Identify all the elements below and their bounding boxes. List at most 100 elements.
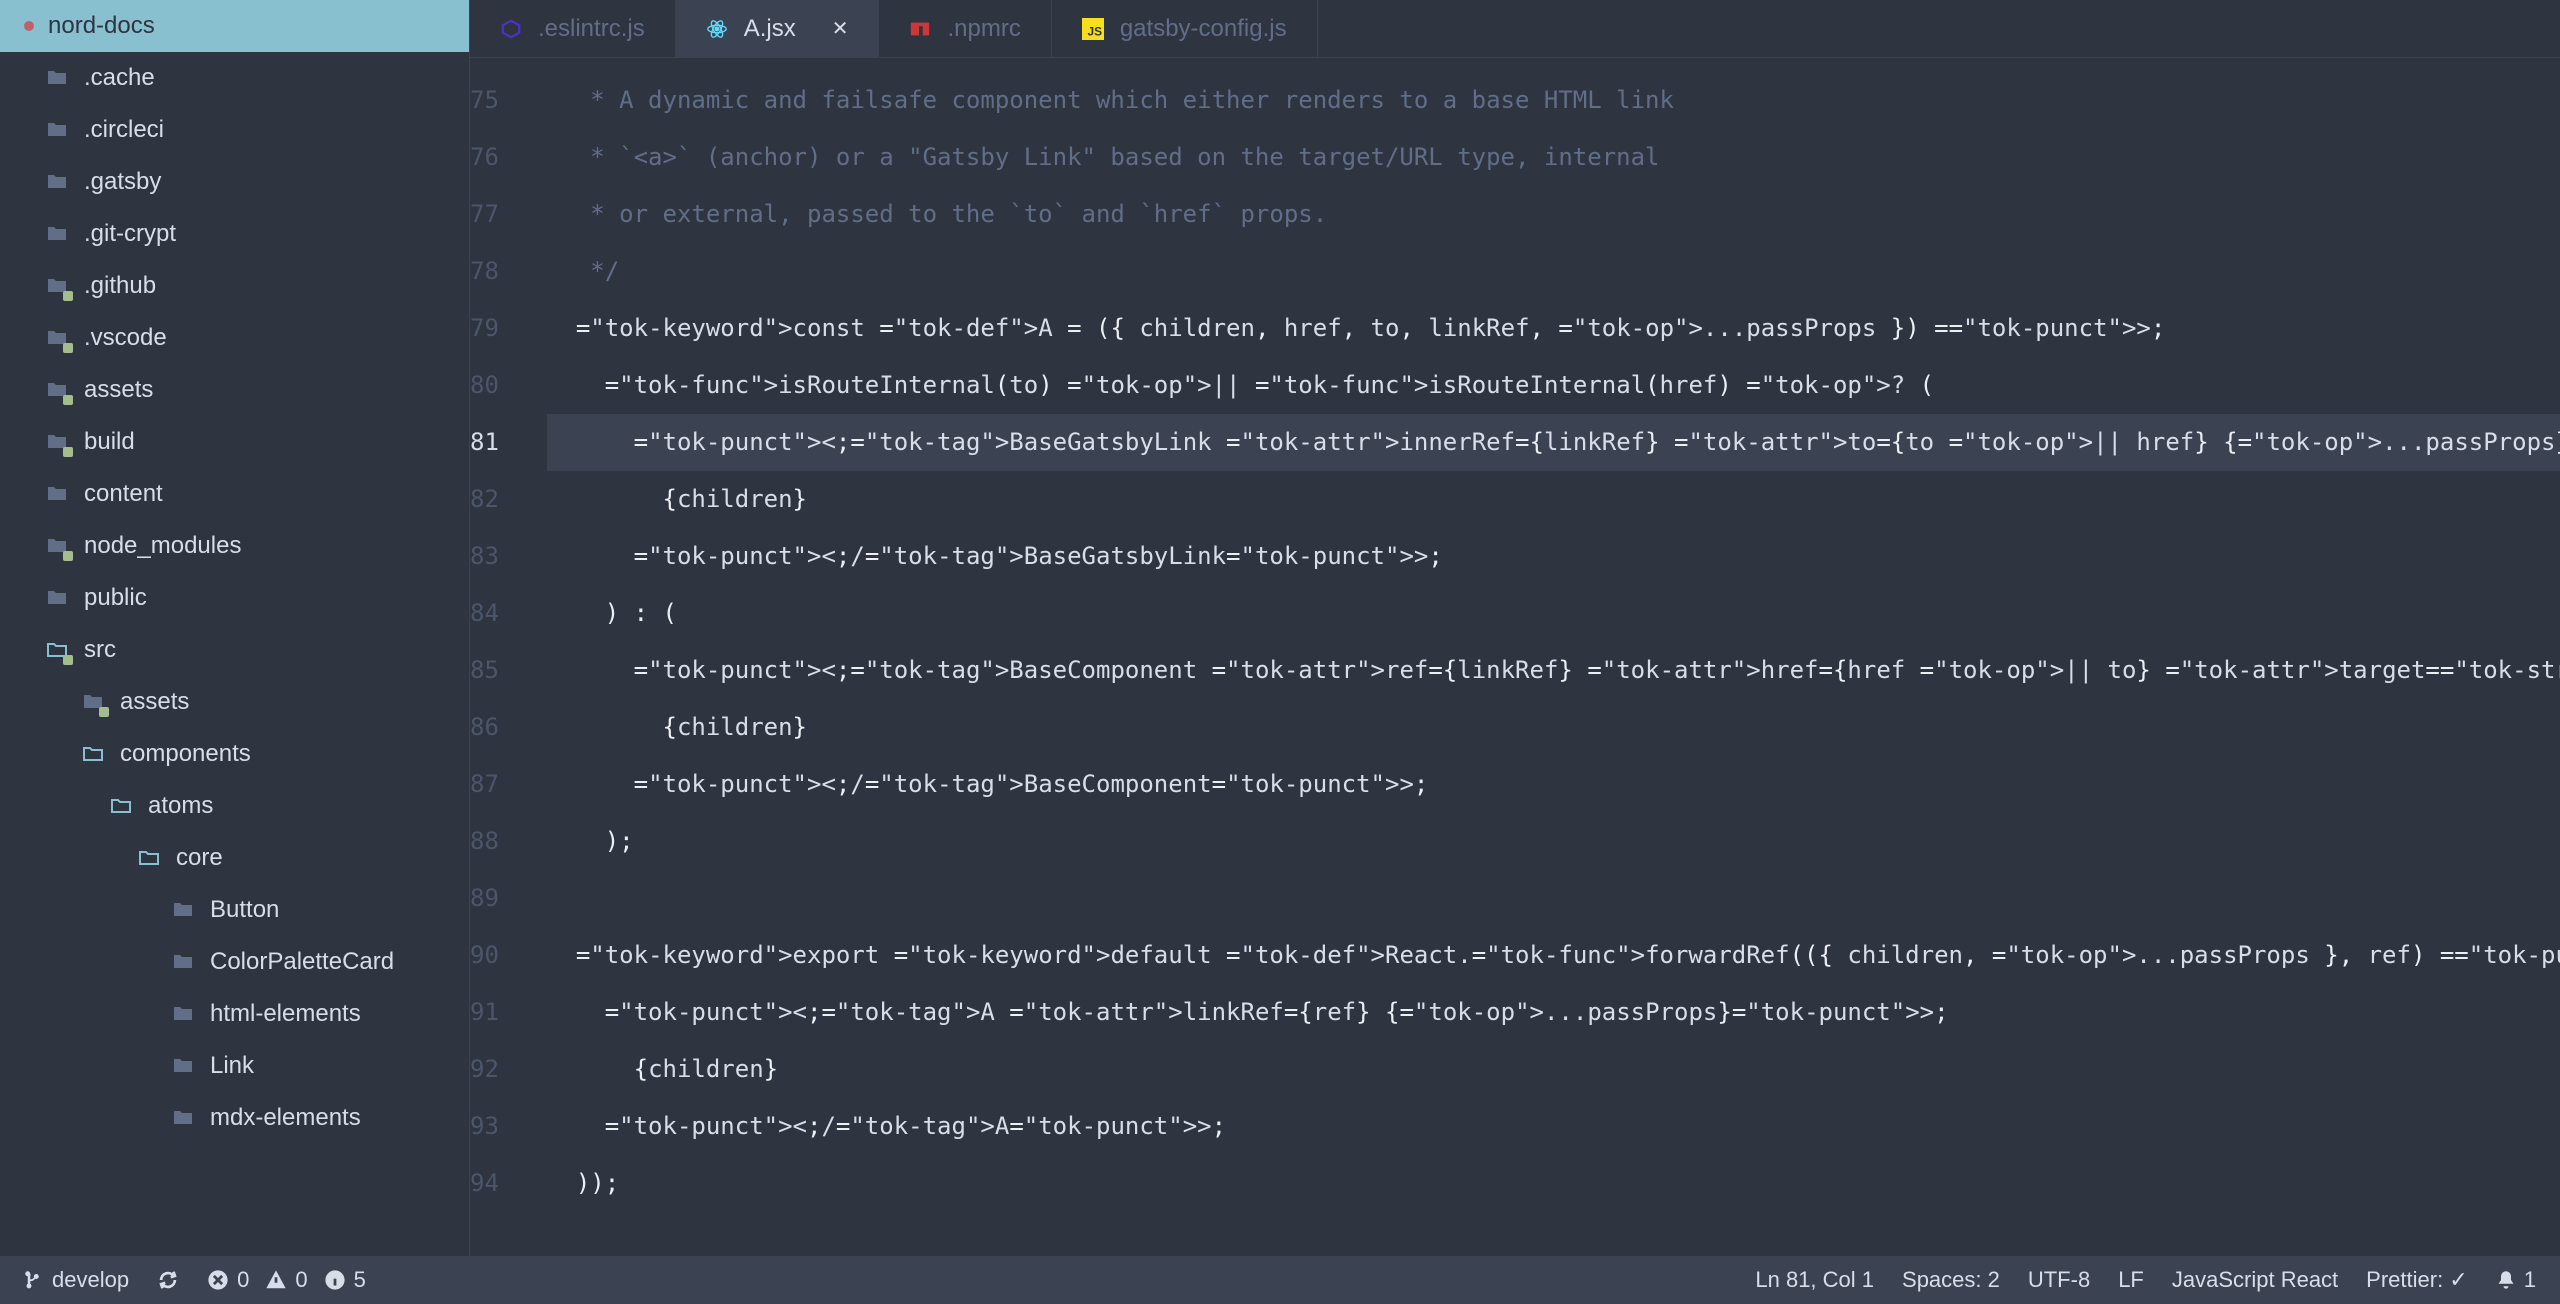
tree-item-label: content	[84, 480, 163, 508]
line-number-gutter: 7576777879808182838485868788899091929394	[470, 72, 547, 1256]
code-line[interactable]: ="tok-punct"><;/="tok-tag">BaseComponent…	[547, 756, 2560, 813]
encoding[interactable]: UTF-8	[2028, 1267, 2090, 1293]
tree-item-node-modules[interactable]: node_modules	[0, 520, 469, 572]
tree-item-components[interactable]: components	[0, 728, 469, 780]
file-explorer[interactable]: nord-docs .cache .circleci .gatsby .git-cry…	[0, 0, 470, 1256]
tree-root-label: nord-docs	[48, 12, 155, 40]
code-editor[interactable]: 7576777879808182838485868788899091929394…	[470, 58, 2560, 1256]
tree-item-src[interactable]: src	[0, 624, 469, 676]
tree-item-label: ColorPaletteCard	[210, 948, 394, 976]
code-line[interactable]: {children}	[547, 699, 2560, 756]
tree-item--github[interactable]: .github	[0, 260, 469, 312]
folder-icon	[44, 377, 70, 403]
tree-item-button[interactable]: Button	[0, 884, 469, 936]
tree-item-atoms[interactable]: atoms	[0, 780, 469, 832]
tree-item--circleci[interactable]: .circleci	[0, 104, 469, 156]
code-line[interactable]: ) : (	[547, 585, 2560, 642]
code-line[interactable]: ="tok-punct"><;="tok-tag">BaseComponent …	[547, 642, 2560, 699]
problems[interactable]: 0 0 5	[207, 1267, 366, 1293]
folder-open-icon	[44, 637, 70, 663]
tree-item-core[interactable]: core	[0, 832, 469, 884]
code-line[interactable]: ="tok-punct"><;/="tok-tag">BaseGatsbyLin…	[547, 528, 2560, 585]
tree-item-public[interactable]: public	[0, 572, 469, 624]
tree-item-label: node_modules	[84, 532, 241, 560]
tree-item--vscode[interactable]: .vscode	[0, 312, 469, 364]
tab-gatsby-config-js[interactable]: JS gatsby-config.js	[1052, 0, 1318, 57]
tree-item-link[interactable]: Link	[0, 1040, 469, 1092]
tree-item-label: html-elements	[210, 1000, 361, 1028]
code-line[interactable]: */	[547, 243, 2560, 300]
folder-icon	[44, 117, 70, 143]
sync-status[interactable]	[157, 1269, 179, 1291]
tree-item-label: .git-crypt	[84, 220, 176, 248]
tree-root[interactable]: nord-docs	[0, 0, 469, 52]
warning-icon	[265, 1269, 287, 1291]
tree-item-build[interactable]: build	[0, 416, 469, 468]
editor-area: .eslintrc.js A.jsx✕.npmrc JS gatsby-config.…	[470, 0, 2560, 1256]
sync-icon	[157, 1269, 179, 1291]
tab-label: .eslintrc.js	[538, 15, 645, 43]
cursor-position[interactable]: Ln 81, Col 1	[1755, 1267, 1874, 1293]
tree-item-assets[interactable]: assets	[0, 676, 469, 728]
code-line[interactable]: {children}	[547, 1041, 2560, 1098]
code-line[interactable]: * `<a>` (anchor) or a "Gatsby Link" base…	[547, 129, 2560, 186]
tree-item--gatsby[interactable]: .gatsby	[0, 156, 469, 208]
tree-item-label: mdx-elements	[210, 1104, 361, 1132]
tree-item-label: core	[176, 844, 223, 872]
tab-label: gatsby-config.js	[1120, 15, 1287, 43]
file-icon	[706, 18, 728, 40]
language-mode[interactable]: JavaScript React	[2172, 1267, 2338, 1293]
code-line[interactable]: ="tok-keyword">const ="tok-def">A = ({ c…	[547, 300, 2560, 357]
code-line[interactable]: ="tok-punct"><;/="tok-tag">A="tok-punct"…	[547, 1098, 2560, 1155]
folder-icon	[170, 1001, 196, 1027]
error-icon	[207, 1269, 229, 1291]
tree-item-label: components	[120, 740, 251, 768]
close-icon[interactable]: ✕	[832, 16, 849, 41]
tab-a-jsx[interactable]: A.jsx✕	[676, 0, 880, 57]
tree-item--git-crypt[interactable]: .git-crypt	[0, 208, 469, 260]
code-line[interactable]: );	[547, 813, 2560, 870]
folder-icon	[44, 585, 70, 611]
tree-item-label: atoms	[148, 792, 213, 820]
tree-item-label: .github	[84, 272, 156, 300]
folder-icon	[170, 1053, 196, 1079]
tree-item-colorpalettecard[interactable]: ColorPaletteCard	[0, 936, 469, 988]
code-line[interactable]: {children}	[547, 471, 2560, 528]
bell-icon	[2496, 1270, 2516, 1290]
folder-icon	[80, 689, 106, 715]
folder-icon	[44, 429, 70, 455]
code-line[interactable]: * or external, passed to the `to` and `h…	[547, 186, 2560, 243]
tab--npmrc[interactable]: .npmrc	[879, 0, 1051, 57]
tree-item--cache[interactable]: .cache	[0, 52, 469, 104]
tree-item-label: .circleci	[84, 116, 164, 144]
code-line[interactable]: ="tok-punct"><;="tok-tag">A ="tok-attr">…	[547, 984, 2560, 1041]
editor-tabs[interactable]: .eslintrc.js A.jsx✕.npmrc JS gatsby-config.…	[470, 0, 2560, 58]
indentation[interactable]: Spaces: 2	[1902, 1267, 2000, 1293]
code-line[interactable]: ="tok-keyword">export ="tok-keyword">def…	[547, 927, 2560, 984]
notifications[interactable]: 1	[2496, 1267, 2536, 1293]
tree-item-label: build	[84, 428, 135, 456]
svg-text:JS: JS	[1087, 24, 1102, 38]
code-line[interactable]: ));	[547, 1155, 2560, 1212]
tree-item-label: Link	[210, 1052, 254, 1080]
git-branch[interactable]: develop	[24, 1267, 129, 1293]
code-line[interactable]: ="tok-punct"><;="tok-tag">BaseGatsbyLink…	[547, 414, 2560, 471]
tree-item-label: public	[84, 584, 147, 612]
status-bar: develop 0 0 5 Ln 81, Col 1 Spaces: 2 UTF…	[0, 1256, 2560, 1304]
tree-item-label: .vscode	[84, 324, 167, 352]
tree-item-label: src	[84, 636, 116, 664]
tree-item-html-elements[interactable]: html-elements	[0, 988, 469, 1040]
folder-icon	[44, 325, 70, 351]
formatter[interactable]: Prettier: ✓	[2366, 1267, 2468, 1293]
code-content[interactable]: * A dynamic and failsafe component which…	[547, 72, 2560, 1256]
code-line[interactable]: * A dynamic and failsafe component which…	[547, 72, 2560, 129]
tree-item-content[interactable]: content	[0, 468, 469, 520]
tree-item-mdx-elements[interactable]: mdx-elements	[0, 1092, 469, 1144]
folder-icon	[170, 897, 196, 923]
tree-item-assets[interactable]: assets	[0, 364, 469, 416]
eol[interactable]: LF	[2118, 1267, 2144, 1293]
tab--eslintrc-js[interactable]: .eslintrc.js	[470, 0, 676, 57]
code-line[interactable]: ="tok-func">isRouteInternal(to) ="tok-op…	[547, 357, 2560, 414]
code-line[interactable]	[547, 870, 2560, 927]
folder-icon	[44, 533, 70, 559]
